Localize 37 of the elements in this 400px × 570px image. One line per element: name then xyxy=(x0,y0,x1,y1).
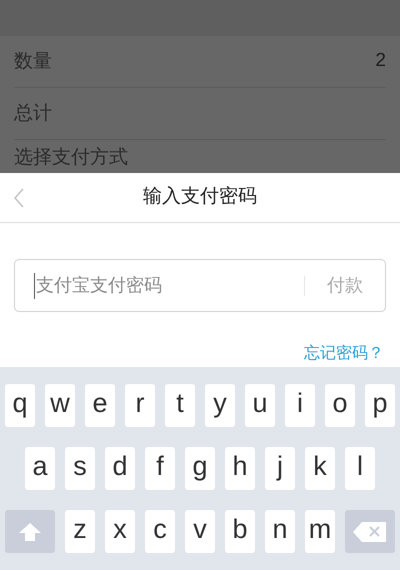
keyboard-key[interactable]: q xyxy=(5,384,35,427)
keyboard-key[interactable]: t xyxy=(165,384,195,427)
keyboard-key[interactable]: w xyxy=(45,384,75,427)
keyboard-key[interactable]: h xyxy=(225,447,255,490)
keyboard-key[interactable]: g xyxy=(185,447,215,490)
keyboard-key[interactable]: f xyxy=(145,447,175,490)
keyboard-key[interactable]: i xyxy=(285,384,315,427)
row-label: 数量 xyxy=(14,50,52,74)
delete-key[interactable] xyxy=(345,510,395,553)
keyboard-key[interactable]: x xyxy=(105,510,135,553)
keyboard-key[interactable]: m xyxy=(305,510,335,553)
shift-key[interactable] xyxy=(5,510,55,553)
keyboard-key[interactable]: u xyxy=(245,384,275,427)
shift-icon xyxy=(18,522,42,542)
keyboard-key[interactable]: e xyxy=(85,384,115,427)
keyboard-key[interactable]: j xyxy=(265,447,295,490)
chevron-left-icon xyxy=(12,187,26,209)
keyboard-key[interactable]: s xyxy=(65,447,95,490)
keyboard-key[interactable]: l xyxy=(345,447,375,490)
keyboard-key[interactable]: d xyxy=(105,447,135,490)
row-label: 总计 xyxy=(14,102,52,126)
backspace-icon xyxy=(352,520,388,542)
keyboard-key[interactable]: b xyxy=(225,510,255,553)
keyboard-key[interactable]: r xyxy=(125,384,155,427)
keyboard-key[interactable]: v xyxy=(185,510,215,553)
back-button[interactable] xyxy=(12,187,26,209)
keyboard-key[interactable]: z xyxy=(65,510,95,553)
keyboard-key[interactable]: a xyxy=(25,447,55,490)
keyboard-key[interactable]: p xyxy=(365,384,395,427)
keyboard-key[interactable]: n xyxy=(265,510,295,553)
keyboard-key[interactable]: y xyxy=(205,384,235,427)
keyboard-key[interactable]: o xyxy=(325,384,355,427)
keyboard-key[interactable]: c xyxy=(145,510,175,553)
row-label: 选择支付方式 xyxy=(14,146,128,170)
row-value: 2 xyxy=(375,49,386,74)
sheet-title: 输入支付密码 xyxy=(143,185,257,210)
keyboard-key[interactable]: k xyxy=(305,447,335,490)
